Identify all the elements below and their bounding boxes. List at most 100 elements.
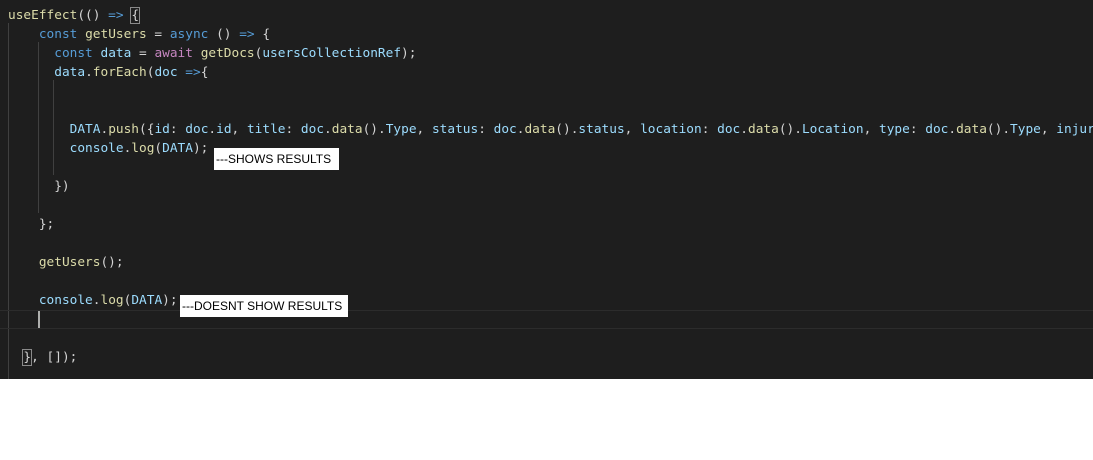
code-token: data — [54, 65, 86, 80]
code-token: (() — [77, 8, 109, 23]
code-token: { — [200, 65, 209, 80]
shows-results-annotation: ---SHOWS RESULTS — [214, 148, 339, 170]
doesnt-show-results-annotation: ---DOESNT SHOW RESULTS — [180, 295, 348, 317]
code-token: : — [169, 122, 186, 137]
code-token: ( — [154, 141, 163, 156]
code-token: (). — [555, 122, 579, 137]
code-token: Type — [385, 122, 417, 137]
code-token: }) — [8, 179, 70, 194]
code-line: DATA.push({id: doc.id, title: doc.data()… — [8, 120, 1093, 139]
code-token: status — [431, 122, 479, 137]
code-token: getUsers — [38, 255, 101, 270]
code-token: doc — [154, 65, 178, 80]
code-token: : — [285, 122, 301, 137]
code-token: console — [69, 141, 124, 156]
code-token: , — [1040, 122, 1057, 137]
code-token: title — [246, 122, 286, 137]
code-token: doc — [717, 122, 741, 137]
text-cursor — [38, 311, 40, 328]
code-line: data.forEach(doc =>{ — [8, 63, 208, 82]
code-token: () — [208, 27, 240, 42]
code-token: DATA — [69, 122, 101, 137]
code-token: data — [100, 46, 132, 61]
code-token: => — [239, 27, 255, 42]
code-token: (). — [362, 122, 386, 137]
code-token: { — [254, 27, 271, 42]
code-token: ); — [162, 293, 178, 308]
code-token: , — [231, 122, 247, 137]
code-token: data — [956, 122, 987, 137]
code-token: => — [108, 8, 124, 23]
code-token: . — [85, 65, 93, 80]
code-token: doc — [493, 122, 517, 137]
code-line: }, []); — [8, 348, 77, 367]
code-token: , — [863, 122, 879, 137]
code-line: console.log(DATA); — [8, 291, 178, 310]
code-token: : — [909, 122, 926, 137]
code-line: useEffect(() => { — [8, 6, 140, 25]
code-token: DATA — [131, 293, 163, 308]
code-token: . — [208, 122, 217, 137]
code-token: : — [701, 122, 718, 137]
current-line-highlight — [0, 310, 1093, 329]
code-token: usersCollectionRef — [262, 46, 402, 61]
code-token: } — [22, 349, 33, 366]
code-token: Type — [1010, 122, 1041, 137]
code-token: status — [578, 122, 625, 137]
code-token: data — [331, 122, 363, 137]
code-token: = — [146, 27, 170, 42]
code-token: data — [747, 122, 779, 137]
code-token: getUsers — [85, 27, 147, 42]
code-token: = — [131, 46, 155, 61]
code-token: doc — [300, 122, 325, 137]
code-token: location — [640, 122, 702, 137]
code-token: type — [879, 122, 910, 137]
code-token: . — [740, 122, 748, 137]
code-line: const data = await getDocs(usersCollecti… — [8, 44, 416, 63]
code-token: log — [131, 141, 155, 156]
code-editor[interactable]: useEffect(() => { const getUsers = async… — [0, 0, 1093, 379]
code-token: ); — [401, 46, 417, 61]
code-token: (). — [778, 122, 802, 137]
code-token: doc — [185, 122, 209, 137]
code-token: : — [478, 122, 494, 137]
code-token: forEach — [92, 65, 147, 80]
code-token: push — [108, 122, 140, 137]
code-token: . — [324, 122, 332, 137]
code-line: }) — [8, 177, 70, 196]
code-token: (); — [100, 255, 124, 270]
code-token: const — [38, 27, 78, 42]
code-token: console — [38, 293, 93, 308]
code-token: . — [948, 122, 957, 137]
code-line: }; — [8, 215, 54, 234]
code-token: useEffect — [8, 8, 78, 23]
code-token: => — [185, 65, 201, 80]
code-token: ); — [192, 141, 209, 156]
code-line: getUsers(); — [8, 253, 124, 272]
code-token: await — [154, 46, 193, 61]
code-token: log — [100, 293, 124, 308]
code-token: injur — [1056, 122, 1093, 137]
code-token: , []); — [31, 350, 78, 365]
code-token: id — [216, 122, 232, 137]
code-token: { — [130, 7, 140, 24]
code-token: , — [624, 122, 641, 137]
code-token: data — [524, 122, 556, 137]
code-token: const — [54, 46, 93, 61]
code-token: (). — [986, 122, 1011, 137]
code-token: ({ — [139, 122, 155, 137]
code-line: console.log(DATA); — [8, 139, 209, 158]
code-token: doc — [925, 122, 949, 137]
code-token: async — [169, 27, 209, 42]
code-line: const getUsers = async () => { — [8, 25, 270, 44]
code-token: , — [416, 122, 432, 137]
